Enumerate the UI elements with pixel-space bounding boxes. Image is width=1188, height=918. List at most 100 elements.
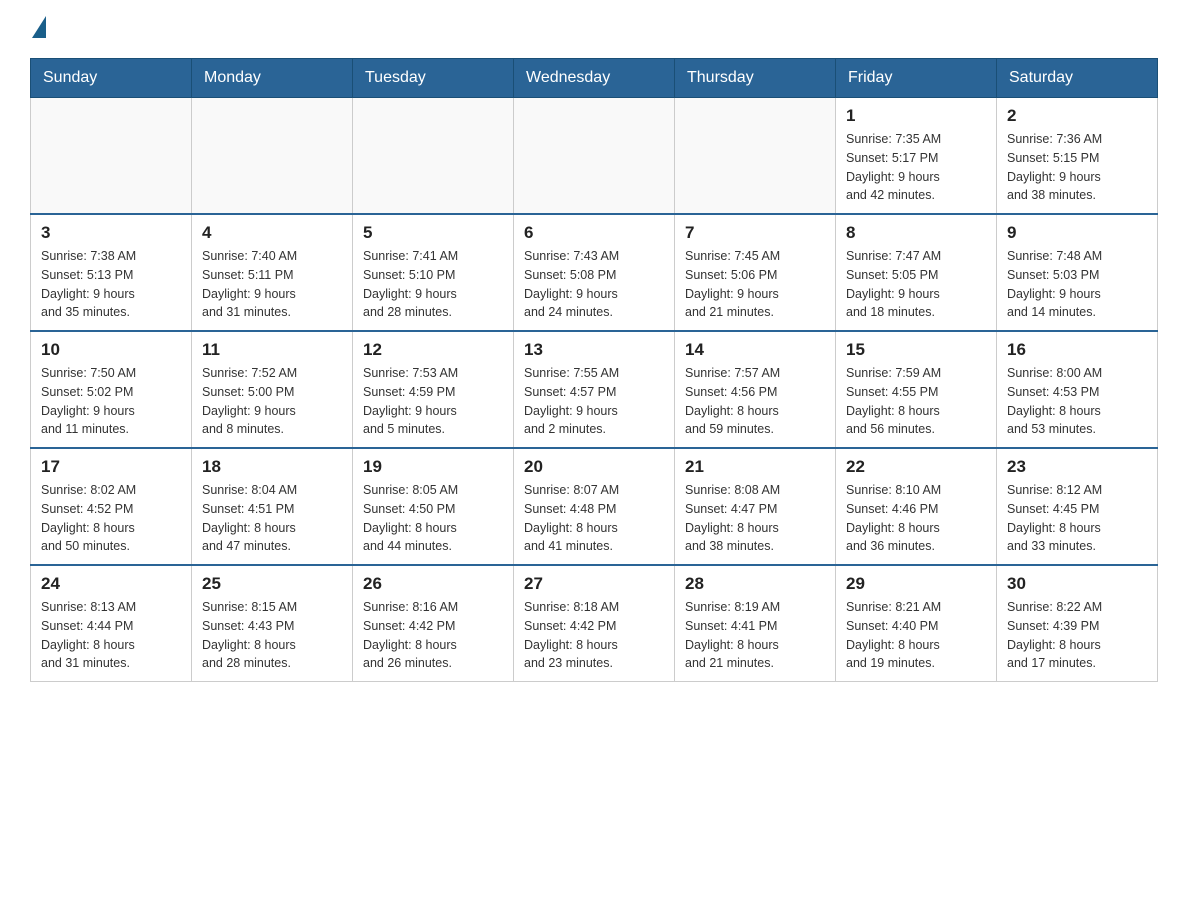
day-number: 24 <box>41 574 181 594</box>
day-number: 29 <box>846 574 986 594</box>
calendar-cell: 2 Sunrise: 7:36 AMSunset: 5:15 PMDaylight… <box>997 98 1158 215</box>
day-number: 2 <box>1007 106 1147 126</box>
calendar-cell: 13 Sunrise: 7:55 AMSunset: 4:57 PMDayligh… <box>514 331 675 448</box>
day-info: Sunrise: 8:18 AMSunset: 4:42 PMDaylight:… <box>524 598 664 673</box>
day-info: Sunrise: 7:55 AMSunset: 4:57 PMDaylight:… <box>524 364 664 439</box>
day-info: Sunrise: 8:13 AMSunset: 4:44 PMDaylight:… <box>41 598 181 673</box>
day-number: 20 <box>524 457 664 477</box>
day-info: Sunrise: 8:04 AMSunset: 4:51 PMDaylight:… <box>202 481 342 556</box>
calendar-header-row: SundayMondayTuesdayWednesdayThursdayFrid… <box>31 59 1158 98</box>
day-number: 5 <box>363 223 503 243</box>
day-info: Sunrise: 8:21 AMSunset: 4:40 PMDaylight:… <box>846 598 986 673</box>
day-number: 6 <box>524 223 664 243</box>
logo <box>30 20 46 38</box>
calendar-cell: 7 Sunrise: 7:45 AMSunset: 5:06 PMDaylight… <box>675 214 836 331</box>
calendar-cell: 19 Sunrise: 8:05 AMSunset: 4:50 PMDayligh… <box>353 448 514 565</box>
day-info: Sunrise: 7:40 AMSunset: 5:11 PMDaylight:… <box>202 247 342 322</box>
calendar-cell: 15 Sunrise: 7:59 AMSunset: 4:55 PMDayligh… <box>836 331 997 448</box>
calendar-cell: 4Sunrise: 7:40 AMSunset: 5:11 PMDaylight… <box>192 214 353 331</box>
day-number: 22 <box>846 457 986 477</box>
day-number: 9 <box>1007 223 1147 243</box>
day-info: Sunrise: 7:52 AMSunset: 5:00 PMDaylight:… <box>202 364 342 439</box>
day-info: Sunrise: 8:16 AMSunset: 4:42 PMDaylight:… <box>363 598 503 673</box>
day-info: Sunrise: 7:53 AMSunset: 4:59 PMDaylight:… <box>363 364 503 439</box>
day-info: Sunrise: 7:50 AMSunset: 5:02 PMDaylight:… <box>41 364 181 439</box>
calendar-week-row: 1 Sunrise: 7:35 AMSunset: 5:17 PMDaylight… <box>31 98 1158 215</box>
day-info: Sunrise: 7:45 AMSunset: 5:06 PMDaylight:… <box>685 247 825 322</box>
column-header-friday: Friday <box>836 59 997 98</box>
day-number: 23 <box>1007 457 1147 477</box>
column-header-saturday: Saturday <box>997 59 1158 98</box>
calendar-cell: 30 Sunrise: 8:22 AMSunset: 4:39 PMDayligh… <box>997 565 1158 682</box>
calendar-cell: 24 Sunrise: 8:13 AMSunset: 4:44 PMDayligh… <box>31 565 192 682</box>
calendar-cell: 16 Sunrise: 8:00 AMSunset: 4:53 PMDayligh… <box>997 331 1158 448</box>
day-number: 18 <box>202 457 342 477</box>
day-number: 16 <box>1007 340 1147 360</box>
calendar-cell <box>31 98 192 215</box>
day-number: 17 <box>41 457 181 477</box>
day-info: Sunrise: 8:22 AMSunset: 4:39 PMDaylight:… <box>1007 598 1147 673</box>
calendar-cell: 1 Sunrise: 7:35 AMSunset: 5:17 PMDaylight… <box>836 98 997 215</box>
calendar-cell: 22 Sunrise: 8:10 AMSunset: 4:46 PMDayligh… <box>836 448 997 565</box>
column-header-thursday: Thursday <box>675 59 836 98</box>
calendar-cell: 27 Sunrise: 8:18 AMSunset: 4:42 PMDayligh… <box>514 565 675 682</box>
day-info: Sunrise: 7:41 AMSunset: 5:10 PMDaylight:… <box>363 247 503 322</box>
day-info: Sunrise: 8:15 AMSunset: 4:43 PMDaylight:… <box>202 598 342 673</box>
day-info: Sunrise: 7:36 AMSunset: 5:15 PMDaylight:… <box>1007 130 1147 205</box>
day-number: 15 <box>846 340 986 360</box>
day-info: Sunrise: 8:05 AMSunset: 4:50 PMDaylight:… <box>363 481 503 556</box>
calendar-cell: 21Sunrise: 8:08 AMSunset: 4:47 PMDayligh… <box>675 448 836 565</box>
calendar-cell: 12 Sunrise: 7:53 AMSunset: 4:59 PMDayligh… <box>353 331 514 448</box>
day-number: 10 <box>41 340 181 360</box>
day-info: Sunrise: 8:07 AMSunset: 4:48 PMDaylight:… <box>524 481 664 556</box>
day-info: Sunrise: 8:19 AMSunset: 4:41 PMDaylight:… <box>685 598 825 673</box>
column-header-tuesday: Tuesday <box>353 59 514 98</box>
calendar-cell: 9 Sunrise: 7:48 AMSunset: 5:03 PMDaylight… <box>997 214 1158 331</box>
calendar-cell: 25Sunrise: 8:15 AMSunset: 4:43 PMDayligh… <box>192 565 353 682</box>
day-info: Sunrise: 8:00 AMSunset: 4:53 PMDaylight:… <box>1007 364 1147 439</box>
day-number: 3 <box>41 223 181 243</box>
day-number: 14 <box>685 340 825 360</box>
calendar-week-row: 24 Sunrise: 8:13 AMSunset: 4:44 PMDayligh… <box>31 565 1158 682</box>
day-number: 27 <box>524 574 664 594</box>
day-info: Sunrise: 7:47 AMSunset: 5:05 PMDaylight:… <box>846 247 986 322</box>
day-number: 13 <box>524 340 664 360</box>
day-info: Sunrise: 8:02 AMSunset: 4:52 PMDaylight:… <box>41 481 181 556</box>
calendar-week-row: 17 Sunrise: 8:02 AMSunset: 4:52 PMDayligh… <box>31 448 1158 565</box>
day-number: 19 <box>363 457 503 477</box>
calendar-cell: 28 Sunrise: 8:19 AMSunset: 4:41 PMDayligh… <box>675 565 836 682</box>
calendar-week-row: 3 Sunrise: 7:38 AMSunset: 5:13 PMDaylight… <box>31 214 1158 331</box>
calendar-cell: 3 Sunrise: 7:38 AMSunset: 5:13 PMDaylight… <box>31 214 192 331</box>
calendar-cell: 26 Sunrise: 8:16 AMSunset: 4:42 PMDayligh… <box>353 565 514 682</box>
day-info: Sunrise: 7:43 AMSunset: 5:08 PMDaylight:… <box>524 247 664 322</box>
column-header-monday: Monday <box>192 59 353 98</box>
day-info: Sunrise: 7:59 AMSunset: 4:55 PMDaylight:… <box>846 364 986 439</box>
day-info: Sunrise: 8:12 AMSunset: 4:45 PMDaylight:… <box>1007 481 1147 556</box>
calendar-cell: 17 Sunrise: 8:02 AMSunset: 4:52 PMDayligh… <box>31 448 192 565</box>
calendar-cell: 8 Sunrise: 7:47 AMSunset: 5:05 PMDaylight… <box>836 214 997 331</box>
day-number: 12 <box>363 340 503 360</box>
day-info: Sunrise: 7:38 AMSunset: 5:13 PMDaylight:… <box>41 247 181 322</box>
day-info: Sunrise: 7:48 AMSunset: 5:03 PMDaylight:… <box>1007 247 1147 322</box>
calendar-cell: 6 Sunrise: 7:43 AMSunset: 5:08 PMDaylight… <box>514 214 675 331</box>
day-number: 1 <box>846 106 986 126</box>
calendar-week-row: 10 Sunrise: 7:50 AMSunset: 5:02 PMDayligh… <box>31 331 1158 448</box>
page-header <box>30 20 1158 38</box>
column-header-sunday: Sunday <box>31 59 192 98</box>
day-number: 28 <box>685 574 825 594</box>
calendar-cell: 20 Sunrise: 8:07 AMSunset: 4:48 PMDayligh… <box>514 448 675 565</box>
day-info: Sunrise: 8:10 AMSunset: 4:46 PMDaylight:… <box>846 481 986 556</box>
calendar-cell: 5 Sunrise: 7:41 AMSunset: 5:10 PMDaylight… <box>353 214 514 331</box>
day-number: 30 <box>1007 574 1147 594</box>
day-number: 26 <box>363 574 503 594</box>
calendar-cell <box>353 98 514 215</box>
day-number: 7 <box>685 223 825 243</box>
calendar-cell <box>192 98 353 215</box>
day-number: 21 <box>685 457 825 477</box>
day-info: Sunrise: 7:35 AMSunset: 5:17 PMDaylight:… <box>846 130 986 205</box>
calendar-cell: 14Sunrise: 7:57 AMSunset: 4:56 PMDayligh… <box>675 331 836 448</box>
calendar-cell: 18 Sunrise: 8:04 AMSunset: 4:51 PMDayligh… <box>192 448 353 565</box>
day-number: 8 <box>846 223 986 243</box>
calendar-table: SundayMondayTuesdayWednesdayThursdayFrid… <box>30 58 1158 682</box>
column-header-wednesday: Wednesday <box>514 59 675 98</box>
